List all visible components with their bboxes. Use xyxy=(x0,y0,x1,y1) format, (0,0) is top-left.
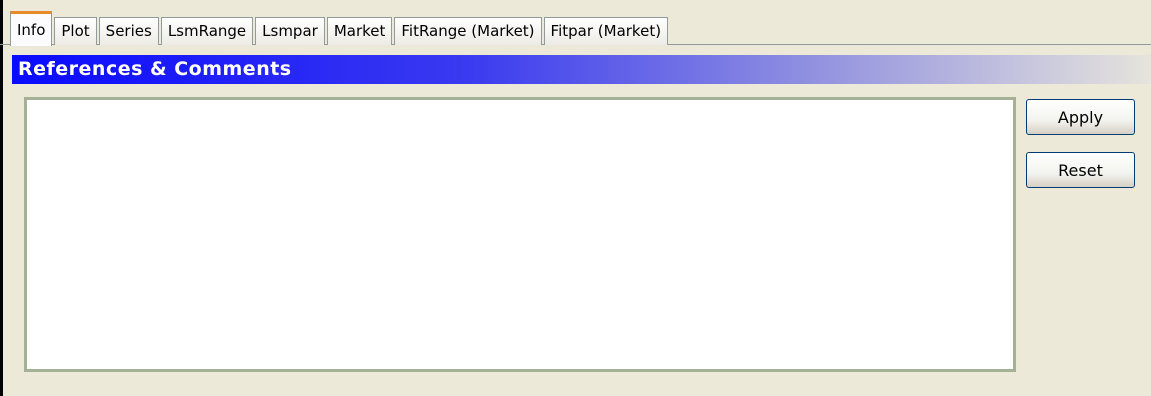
apply-button[interactable]: Apply xyxy=(1026,99,1135,135)
info-panel-window: Info Plot Series LsmRange Lsmpar Market … xyxy=(0,0,1151,396)
tab-market[interactable]: Market xyxy=(326,17,393,45)
tab-fitrange-market[interactable]: FitRange (Market) xyxy=(394,17,542,45)
section-title: References & Comments xyxy=(18,58,292,80)
window-left-border xyxy=(0,0,3,396)
comments-textarea[interactable] xyxy=(24,97,1016,372)
info-tab-panel: References & Comments Apply Reset xyxy=(12,45,1151,396)
tab-list: Info Plot Series LsmRange Lsmpar Market … xyxy=(10,10,670,46)
reset-button[interactable]: Reset xyxy=(1026,152,1135,188)
tab-lsmpar[interactable]: Lsmpar xyxy=(255,17,325,45)
tab-info[interactable]: Info xyxy=(10,11,53,46)
section-header: References & Comments xyxy=(12,55,1151,84)
tab-series[interactable]: Series xyxy=(98,17,159,45)
tab-lsmrange[interactable]: LsmRange xyxy=(160,17,254,45)
tab-fitpar-market[interactable]: Fitpar (Market) xyxy=(543,17,669,45)
tab-plot[interactable]: Plot xyxy=(54,17,97,45)
tab-strip: Info Plot Series LsmRange Lsmpar Market … xyxy=(0,0,1151,46)
